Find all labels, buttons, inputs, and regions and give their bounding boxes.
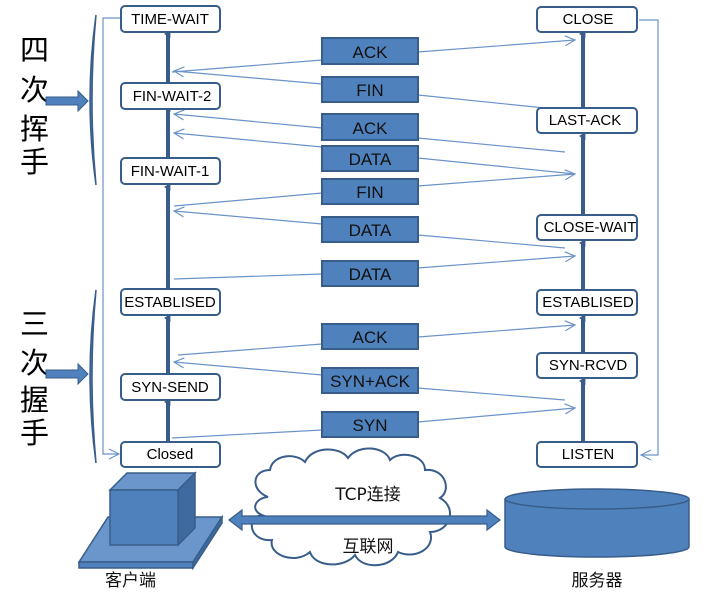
svg-text:CLOSE: CLOSE xyxy=(563,11,614,28)
client-computer-icon xyxy=(77,471,224,571)
client-state-closed: Closed xyxy=(120,441,221,468)
client-state-fin-wait-1: FIN-WAIT-1 xyxy=(120,157,221,185)
three-way-char-2: 次 xyxy=(20,346,49,380)
server-state-established: ESTABLISED xyxy=(536,289,638,316)
svg-text:Closed: Closed xyxy=(147,446,194,463)
svg-text:TIME-WAIT: TIME-WAIT xyxy=(131,11,209,28)
three-way-handshake-label: 三 次 握 手 xyxy=(20,307,49,450)
server-state-last-ack: LAST-ACK xyxy=(536,107,638,134)
server-label: 服务器 xyxy=(572,571,623,591)
client-state-established: ESTABLISED xyxy=(120,288,221,316)
three-way-char-1: 三 xyxy=(20,307,49,341)
four-way-char-4: 手 xyxy=(20,145,49,179)
server-state-syn-rcvd: SYN-RCVD xyxy=(536,352,638,379)
svg-text:FIN-WAIT-1: FIN-WAIT-1 xyxy=(131,163,210,180)
svg-text:ACK: ACK xyxy=(353,43,389,62)
server-loop-connector xyxy=(639,19,659,455)
client-state-time-wait: TIME-WAIT xyxy=(120,5,221,33)
client-label: 客户端 xyxy=(105,571,156,591)
svg-text:FIN: FIN xyxy=(356,81,383,100)
svg-text:DATA: DATA xyxy=(349,265,392,284)
server-state-close-wait: CLOSE-WAIT xyxy=(536,214,638,241)
svg-text:FIN-WAIT-2: FIN-WAIT-2 xyxy=(133,88,212,105)
client-state-fin-wait-2: FIN-WAIT-2 xyxy=(120,82,221,110)
server-state-close: CLOSE xyxy=(536,6,638,33)
message-data-server-1: DATA xyxy=(321,145,419,172)
message-ack-handshake: ACK xyxy=(321,323,419,350)
svg-text:ESTABLISED: ESTABLISED xyxy=(542,294,634,311)
svg-text:CLOSE-WAIT: CLOSE-WAIT xyxy=(544,219,637,236)
server-database-icon xyxy=(504,488,690,558)
four-way-handshake-label: 四 次 挥 手 xyxy=(20,33,49,179)
four-way-char-3: 挥 xyxy=(20,112,49,146)
message-syn-ack: SYN+ACK xyxy=(321,367,419,394)
message-data-server-2: DATA xyxy=(321,216,419,243)
client-state-syn-send: SYN-SEND xyxy=(120,373,221,401)
svg-text:LISTEN: LISTEN xyxy=(562,446,615,463)
message-ack-server: ACK xyxy=(321,113,419,141)
message-data-client: DATA xyxy=(321,260,419,287)
message-fin-server: FIN xyxy=(321,76,419,103)
client-loop-connector xyxy=(102,17,121,454)
three-way-pointer-arrow xyxy=(45,362,89,386)
four-way-char-2: 次 xyxy=(20,73,49,107)
four-way-bracket xyxy=(89,14,97,186)
svg-text:DATA: DATA xyxy=(349,221,392,240)
client-states: TIME-WAIT FIN-WAIT-2 FIN-WAIT-1 ESTABLIS… xyxy=(120,5,221,468)
message-syn: SYN xyxy=(321,411,419,438)
server-state-listen: LISTEN xyxy=(536,441,638,468)
svg-text:SYN-SEND: SYN-SEND xyxy=(131,379,209,396)
message-boxes: ACK FIN ACK DATA FIN DATA DATA ACK SYN+A… xyxy=(321,37,419,438)
message-fin-client: FIN xyxy=(321,178,419,205)
svg-text:SYN+ACK: SYN+ACK xyxy=(330,372,410,391)
svg-text:ACK: ACK xyxy=(353,328,389,347)
svg-text:SYN: SYN xyxy=(353,416,388,435)
svg-text:ESTABLISED: ESTABLISED xyxy=(124,294,216,311)
internet-label: 互联网 xyxy=(343,537,394,557)
four-way-pointer-arrow xyxy=(45,89,89,113)
svg-text:SYN-RCVD: SYN-RCVD xyxy=(549,357,628,374)
three-way-char-3: 握 xyxy=(20,383,49,417)
three-way-char-4: 手 xyxy=(20,416,49,450)
svg-text:FIN: FIN xyxy=(356,183,383,202)
svg-text:ACK: ACK xyxy=(353,119,389,138)
svg-text:DATA: DATA xyxy=(349,150,392,169)
message-ack-close: ACK xyxy=(321,37,419,65)
three-way-bracket xyxy=(89,289,97,464)
four-way-char-1: 四 xyxy=(20,33,49,67)
tcp-state-diagram: 四 次 挥 手 三 次 握 手 TIME-WAIT FIN-WAIT-2 FIN… xyxy=(20,5,690,591)
server-states: CLOSE LAST-ACK CLOSE-WAIT ESTABLISED SYN… xyxy=(536,6,638,468)
tcp-connection-label: TCP连接 xyxy=(334,485,401,505)
svg-text:LAST-ACK: LAST-ACK xyxy=(549,112,622,129)
